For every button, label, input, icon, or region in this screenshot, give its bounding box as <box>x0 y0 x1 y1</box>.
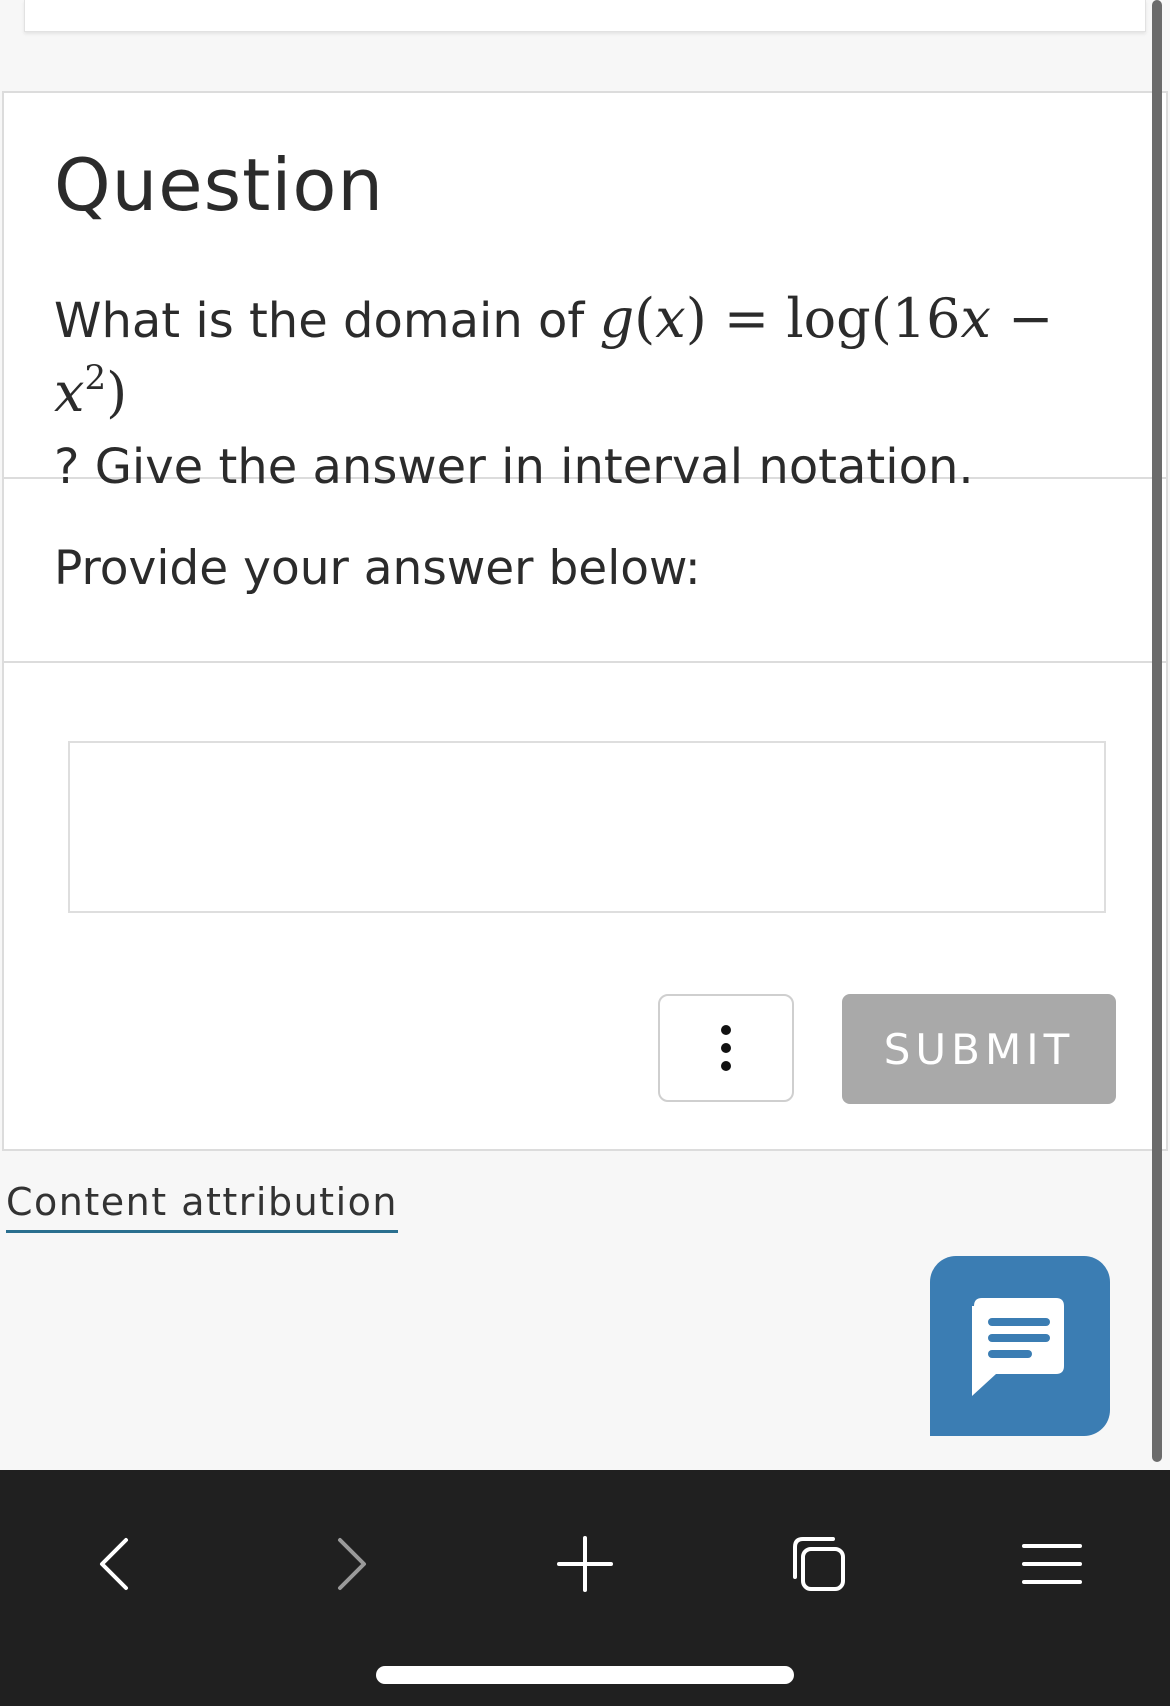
chat-bubble-icon <box>972 1298 1064 1396</box>
question-text-before: What is the domain of <box>54 293 600 349</box>
new-tab-button[interactable] <box>545 1524 625 1604</box>
question-heading: Question <box>54 143 385 227</box>
tabs-icon <box>793 1537 845 1591</box>
forward-button[interactable] <box>312 1524 392 1604</box>
browser-toolbar <box>0 1470 1170 1706</box>
more-options-button[interactable] <box>658 994 794 1102</box>
plus-icon <box>557 1536 613 1592</box>
scrollbar[interactable] <box>1152 0 1162 1462</box>
question-card: Question What is the domain of g(x) = lo… <box>2 91 1168 1151</box>
tabs-button[interactable] <box>778 1524 858 1604</box>
previous-card <box>24 0 1146 32</box>
chevron-right-icon <box>338 1538 366 1590</box>
answer-prompt: Provide your answer below: <box>54 541 701 596</box>
question-text: What is the domain of g(x) = log(16x − x… <box>54 283 1114 503</box>
menu-button[interactable] <box>1012 1524 1092 1604</box>
question-section: Question What is the domain of g(x) = lo… <box>4 93 1166 495</box>
content-attribution-link[interactable]: Content attribution <box>6 1180 398 1233</box>
vertical-ellipsis-icon <box>721 1025 731 1071</box>
back-button[interactable] <box>74 1524 154 1604</box>
answer-prompt-section: Provide your answer below: <box>4 479 1166 663</box>
chat-button[interactable] <box>930 1256 1110 1436</box>
answer-input[interactable] <box>68 741 1106 913</box>
hamburger-menu-icon <box>1022 1544 1082 1584</box>
submit-button[interactable]: SUBMIT <box>842 994 1116 1104</box>
home-indicator[interactable] <box>376 1666 794 1684</box>
chevron-left-icon <box>100 1538 128 1590</box>
